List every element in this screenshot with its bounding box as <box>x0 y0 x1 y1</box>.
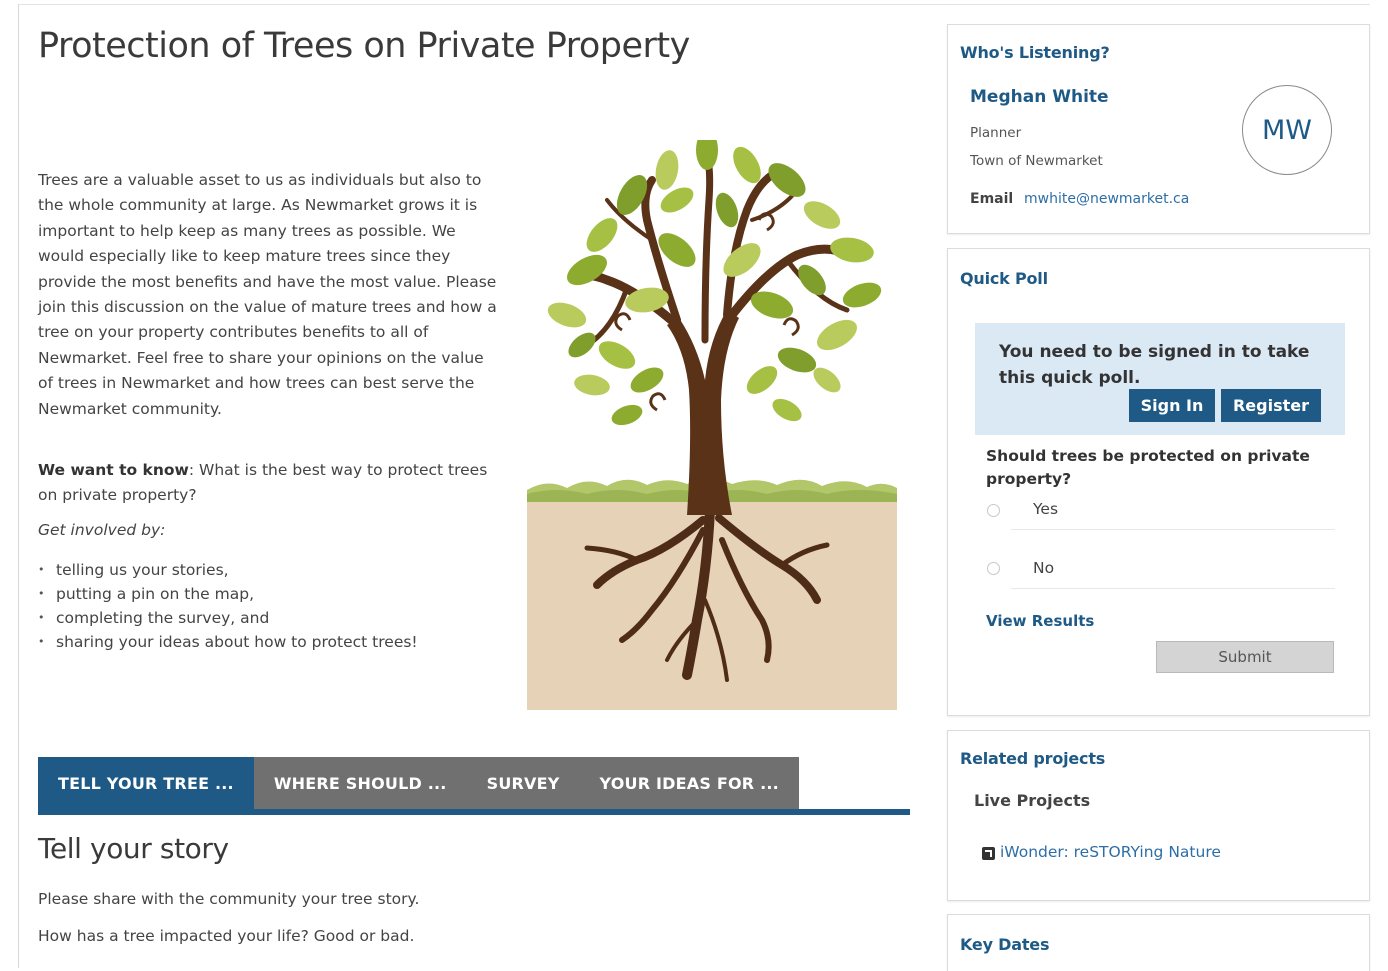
list-item: putting a pin on the map, <box>38 582 418 606</box>
key-dates-title: Key Dates <box>960 935 1050 954</box>
avatar: MW <box>1242 85 1332 175</box>
section-paragraph-2: How has a tree impacted your life? Good … <box>38 927 415 945</box>
tree-illustration-icon <box>527 140 897 710</box>
section-paragraph-1: Please share with the community your tre… <box>38 890 420 908</box>
submit-button[interactable]: Submit <box>1156 641 1334 673</box>
related-projects-title: Related projects <box>960 749 1106 768</box>
email-link[interactable]: mwhite@newmarket.ca <box>1024 191 1189 207</box>
signin-notice: You need to be signed in to take this qu… <box>975 323 1345 435</box>
tab-underline <box>38 809 910 815</box>
person-organization: Town of Newmarket <box>970 153 1103 169</box>
tab-survey[interactable]: SURVEY <box>466 757 580 809</box>
page-title: Protection of Trees on Private Property <box>38 26 690 66</box>
key-dates-card: Key Dates <box>947 914 1370 971</box>
tab-bar: TELL YOUR TREE ... WHERE SHOULD ... SURV… <box>38 757 799 809</box>
project-link[interactable]: iWonder: reSTORYing Nature <box>1000 843 1221 861</box>
view-results-link[interactable]: View Results <box>986 612 1094 630</box>
sign-in-button[interactable]: Sign In <box>1129 389 1215 422</box>
get-involved-label: Get involved by: <box>38 521 166 539</box>
live-projects-label: Live Projects <box>974 791 1091 810</box>
option-no-label: No <box>1033 559 1055 577</box>
want-to-know-paragraph: We want to know: What is the best way to… <box>38 458 498 509</box>
external-link-icon <box>982 847 995 860</box>
intro-paragraph: Trees are a valuable asset to us as indi… <box>38 171 497 418</box>
person-name: Meghan White <box>970 87 1109 107</box>
radio-no[interactable] <box>987 562 1000 575</box>
option-divider <box>1011 529 1335 530</box>
section-title: Tell your story <box>38 832 229 865</box>
quick-poll-card: Quick Poll You need to be signed in to t… <box>947 248 1370 716</box>
list-item: sharing your ideas about how to protect … <box>38 630 418 654</box>
whos-listening-title: Who's Listening? <box>960 43 1110 62</box>
signin-message: You need to be signed in to take this qu… <box>999 342 1310 388</box>
register-button[interactable]: Register <box>1221 389 1321 422</box>
person-role: Planner <box>970 125 1022 141</box>
list-item: telling us your stories, <box>38 558 418 582</box>
tab-tell-your-tree[interactable]: TELL YOUR TREE ... <box>38 757 254 809</box>
related-projects-card: Related projects Live Projects iWonder: … <box>947 730 1370 901</box>
get-involved-list: telling us your stories, putting a pin o… <box>38 558 418 654</box>
radio-yes[interactable] <box>987 504 1000 517</box>
option-yes-label: Yes <box>1033 500 1059 518</box>
poll-question: Should trees be protected on private pro… <box>986 447 1310 488</box>
tab-your-ideas[interactable]: YOUR IDEAS FOR ... <box>579 757 799 809</box>
whos-listening-card: Who's Listening? Meghan White Planner To… <box>947 24 1370 234</box>
quick-poll-title: Quick Poll <box>960 269 1048 288</box>
tab-where-should[interactable]: WHERE SHOULD ... <box>253 757 467 809</box>
email-label: Email <box>970 191 1014 207</box>
option-divider <box>1011 588 1335 589</box>
want-to-know-label: We want to know <box>38 461 189 479</box>
list-item: completing the survey, and <box>38 606 418 630</box>
